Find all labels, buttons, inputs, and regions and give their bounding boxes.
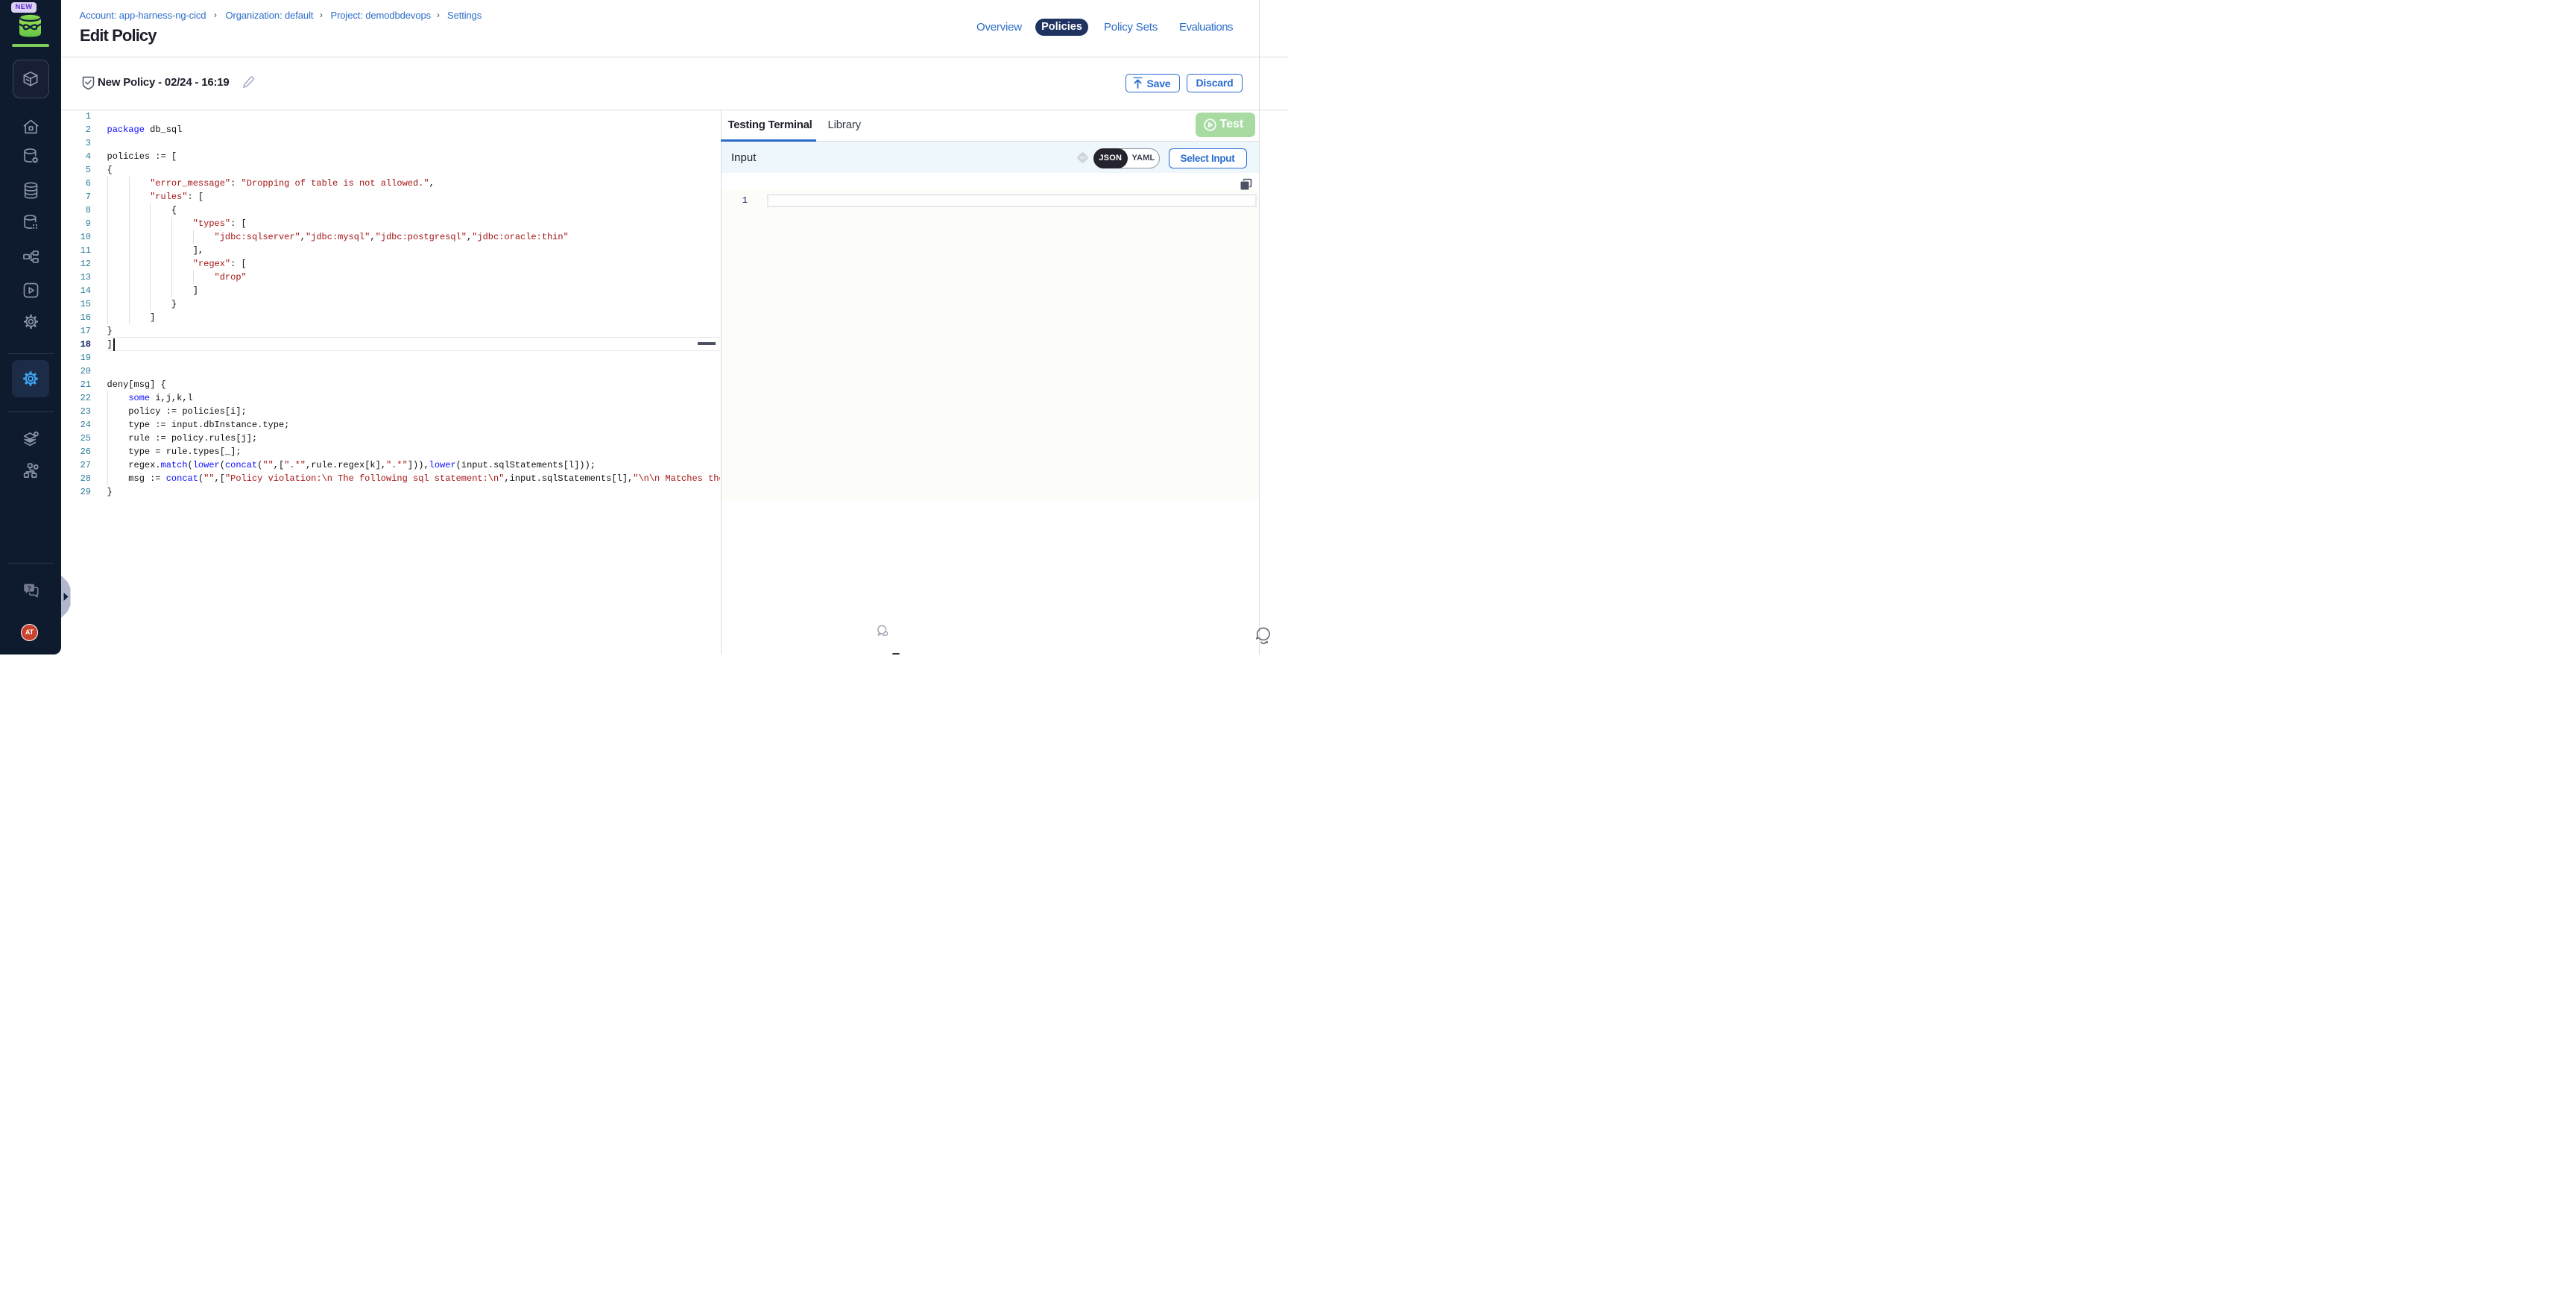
svg-text:</>: </> [1079, 157, 1086, 161]
svg-text:?: ? [27, 584, 31, 592]
